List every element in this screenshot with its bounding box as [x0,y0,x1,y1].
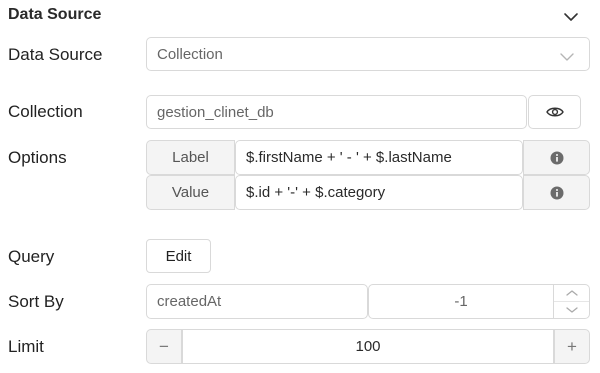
limit-value: 100 [355,338,381,355]
limit-increment-button[interactable]: + [554,329,590,364]
collection-input[interactable]: gestion_clinet_db [146,95,527,129]
option-label-input[interactable]: $.firstName + ' - ' + $.lastName [235,140,523,175]
sort-field-value: createdAt [157,293,222,310]
toggle-visibility-button[interactable] [528,95,581,129]
options-label: Options [8,148,67,167]
option-value-input[interactable]: $.id + '-' + $.category [235,175,523,210]
query-label: Query [8,247,55,266]
collection-value: gestion_clinet_db [157,103,274,121]
data-source-select[interactable]: Collection [146,37,590,71]
sort-field-input[interactable]: createdAt [146,284,368,319]
limit-decrement-button[interactable]: − [146,329,182,364]
edit-query-button[interactable]: Edit [146,239,211,273]
eye-icon [545,107,564,117]
option-label-addon: Label [146,140,235,175]
sort-by-label: Sort By [8,292,64,311]
chevron-down-icon[interactable] [562,8,580,26]
collection-label: Collection [8,102,83,121]
chevron-down-icon [565,307,578,313]
chevron-up-icon [565,290,578,296]
stepper-down-button[interactable] [554,301,589,318]
option-value-value: $.id + '-' + $.category [246,184,386,201]
sort-direction-input[interactable]: -1 [368,284,554,319]
chevron-down-icon [560,53,574,61]
info-icon [550,186,563,199]
option-label-info[interactable] [523,140,590,175]
data-source-label: Data Source [8,45,103,64]
limit-input[interactable]: 100 [182,329,554,364]
sort-direction-stepper[interactable] [554,284,590,319]
option-label-value: $.firstName + ' - ' + $.lastName [246,149,452,166]
option-value-info[interactable] [523,175,590,210]
stepper-up-button[interactable] [554,285,589,301]
limit-label: Limit [8,337,44,356]
section-title: Data Source [8,6,102,23]
option-value-addon: Value [146,175,235,210]
sort-direction-value: -1 [454,293,468,310]
data-source-value: Collection [157,45,223,63]
info-icon [550,151,563,164]
